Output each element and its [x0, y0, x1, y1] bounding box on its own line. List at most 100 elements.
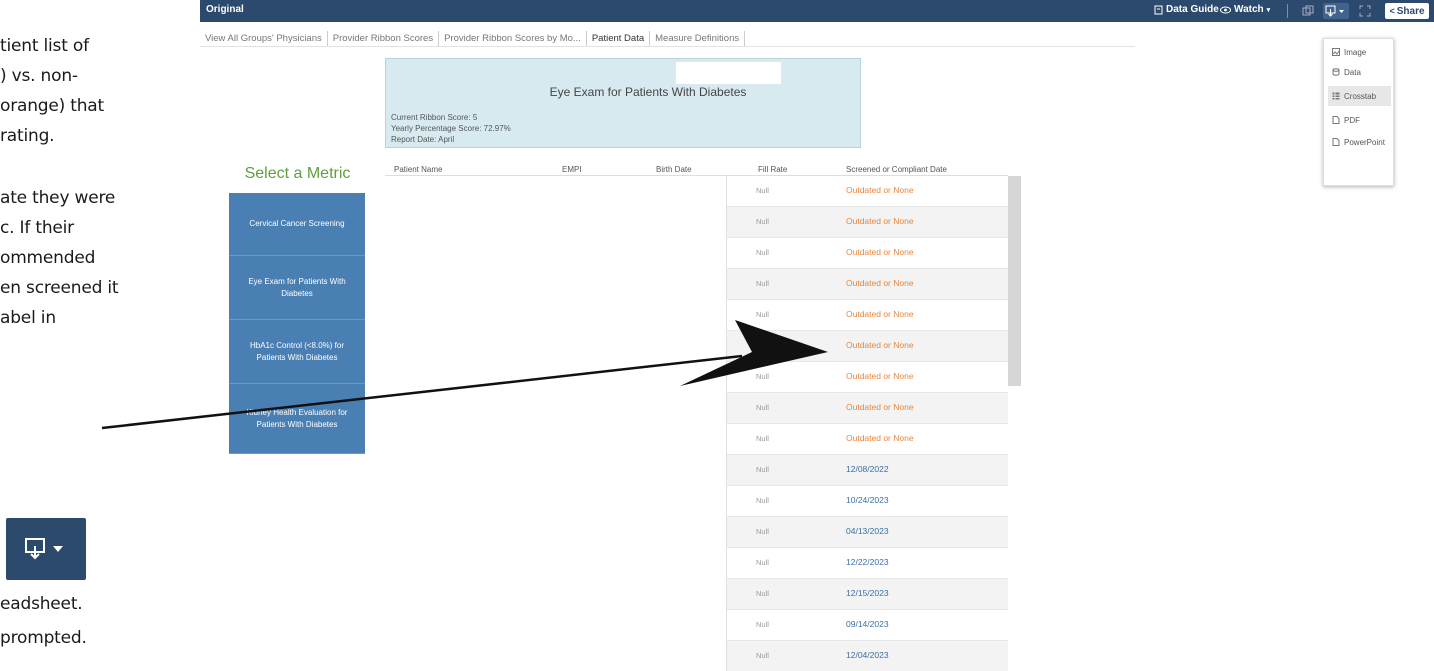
tab-measure-definitions[interactable]: Measure Definitions	[650, 31, 746, 46]
tab-patient-data[interactable]: Patient Data	[587, 31, 651, 46]
fill-rate-cell: Null	[756, 186, 769, 195]
table-row[interactable]: Null 04/13/2023	[726, 517, 1008, 548]
view-title: Original	[206, 4, 244, 15]
toolbar-divider	[1287, 4, 1288, 18]
screened-date-cell: Outdated or None	[846, 185, 914, 195]
metric-button-eye-exam[interactable]: Eye Exam for Patients With Diabetes	[229, 256, 365, 320]
chevron-down-icon: ▾	[1266, 6, 1271, 14]
fullscreen-icon[interactable]	[1357, 3, 1373, 19]
download-menu-item-pdf[interactable]: PDF	[1328, 110, 1391, 130]
table-row[interactable]: Null 12/22/2023	[726, 548, 1008, 579]
metric-header: Eye Exam for Patients With Diabetes Curr…	[385, 58, 861, 148]
table-row[interactable]: Null Outdated or None	[726, 362, 1008, 393]
download-menu-item-crosstab[interactable]: Crosstab	[1328, 86, 1391, 106]
instruction-line: en screened it	[0, 278, 119, 298]
ribbon-score: Current Ribbon Score: 5	[391, 113, 478, 122]
instruction-panel: tient list of ) vs. non- orange) that ra…	[0, 0, 205, 671]
data-guide-button[interactable]: Data Guide	[1154, 4, 1219, 15]
column-divider	[726, 176, 727, 671]
instruction-line: prompted.	[0, 628, 87, 648]
column-header-screened-date[interactable]: Screened or Compliant Date	[846, 165, 947, 174]
fill-rate-cell: Null	[756, 651, 769, 660]
screened-date-cell: 09/14/2023	[846, 619, 889, 629]
download-menu: Image Data Crosstab PDF PowerPoint	[1323, 38, 1394, 186]
screened-date-cell: Outdated or None	[846, 371, 914, 381]
column-header-fill-rate[interactable]: Fill Rate	[758, 165, 787, 174]
table-row[interactable]: Null Outdated or None	[726, 300, 1008, 331]
download-icon	[6, 518, 86, 580]
dashboard-tabs: View All Groups' Physicians Provider Rib…	[200, 31, 746, 46]
download-icon	[1325, 5, 1344, 17]
download-menu-label: Crosstab	[1344, 91, 1377, 101]
table-body: Null Outdated or None Null Outdated or None…	[726, 176, 1008, 671]
instruction-line: ate they were	[0, 188, 116, 208]
table-row[interactable]: Null Outdated or None	[726, 207, 1008, 238]
screened-date-cell: 12/04/2023	[846, 650, 889, 660]
table-scrollbar[interactable]	[1008, 176, 1021, 386]
table-row[interactable]: Null Outdated or None	[726, 393, 1008, 424]
download-menu-label: PowerPoint	[1344, 137, 1385, 147]
pdf-icon	[1332, 116, 1340, 124]
table-row[interactable]: Null Outdated or None	[726, 176, 1008, 207]
tab-provider-ribbon-scores-by-month[interactable]: Provider Ribbon Scores by Mo...	[439, 31, 587, 46]
top-toolbar: Original Data Guide Watch ▾ < Share	[200, 0, 1434, 22]
download-menu-label: Data	[1344, 67, 1361, 77]
table-row[interactable]: Null Outdated or None	[726, 424, 1008, 455]
screened-date-cell: Outdated or None	[846, 216, 914, 226]
column-header-patient-name[interactable]: Patient Name	[394, 165, 442, 174]
download-button[interactable]	[1323, 3, 1349, 19]
share-button[interactable]: < Share	[1385, 3, 1429, 19]
data-guide-label: Data Guide	[1166, 4, 1219, 15]
share-label: Share	[1396, 5, 1425, 17]
share-icon: <	[1389, 6, 1395, 16]
table-row[interactable]: Null 12/08/2022	[726, 455, 1008, 486]
column-header-empi[interactable]: EMPI	[562, 165, 582, 174]
fill-rate-cell: Null	[756, 403, 769, 412]
report-date: Report Date: April	[391, 135, 455, 144]
table-row[interactable]: Null 10/24/2023	[726, 486, 1008, 517]
fill-rate-cell: Null	[756, 558, 769, 567]
fill-rate-cell: Null	[756, 217, 769, 226]
table-row[interactable]: Null 12/04/2023	[726, 641, 1008, 671]
instruction-line: ommended	[0, 248, 96, 268]
fill-rate-cell: Null	[756, 310, 769, 319]
metric-button-kidney-health[interactable]: Kidney Health Evaluation for Patients Wi…	[229, 384, 365, 454]
table-row[interactable]: Null 09/14/2023	[726, 610, 1008, 641]
header-logo-area	[676, 62, 781, 84]
table-row[interactable]: Null Outdated or None	[726, 331, 1008, 362]
download-menu-item-data[interactable]: Data	[1328, 62, 1391, 82]
fill-rate-cell: Null	[756, 620, 769, 629]
download-menu-label: PDF	[1344, 115, 1360, 125]
view-icon[interactable]	[1300, 3, 1316, 19]
tab-provider-ribbon-scores[interactable]: Provider Ribbon Scores	[328, 31, 440, 46]
fill-rate-cell: Null	[756, 279, 769, 288]
tabs-divider	[200, 46, 1135, 47]
column-header-birth-date[interactable]: Birth Date	[656, 165, 692, 174]
metric-button-hba1c[interactable]: HbA1c Control (<8.0%) for Patients With …	[229, 320, 365, 384]
crosstab-icon	[1332, 92, 1340, 100]
instruction-line: abel in	[0, 308, 56, 328]
screened-date-cell: 12/22/2023	[846, 557, 889, 567]
metric-button-cervical-cancer[interactable]: Cervical Cancer Screening	[229, 193, 365, 256]
image-icon	[1332, 48, 1340, 56]
screened-date-cell: Outdated or None	[846, 247, 914, 257]
download-menu-label: Image	[1344, 47, 1367, 57]
fill-rate-cell: Null	[756, 527, 769, 536]
table-row[interactable]: Null Outdated or None	[726, 238, 1008, 269]
screened-date-cell: Outdated or None	[846, 402, 914, 412]
download-menu-item-image[interactable]: Image	[1328, 42, 1391, 62]
instruction-line: rating.	[0, 126, 55, 146]
tab-view-all-groups[interactable]: View All Groups' Physicians	[200, 31, 328, 46]
fill-rate-cell: Null	[756, 589, 769, 598]
fill-rate-cell: Null	[756, 496, 769, 505]
yearly-score: Yearly Percentage Score: 72.97%	[391, 124, 511, 133]
instruction-line: orange) that	[0, 96, 104, 116]
fill-rate-cell: Null	[756, 341, 769, 350]
table-row[interactable]: Null 12/15/2023	[726, 579, 1008, 610]
watch-button[interactable]: Watch ▾	[1220, 4, 1270, 15]
select-metric-title: Select a Metric	[244, 165, 351, 182]
download-menu-item-powerpoint[interactable]: PowerPoint	[1328, 132, 1391, 152]
eye-icon	[1220, 6, 1231, 13]
screened-date-cell: 10/24/2023	[846, 495, 889, 505]
table-row[interactable]: Null Outdated or None	[726, 269, 1008, 300]
